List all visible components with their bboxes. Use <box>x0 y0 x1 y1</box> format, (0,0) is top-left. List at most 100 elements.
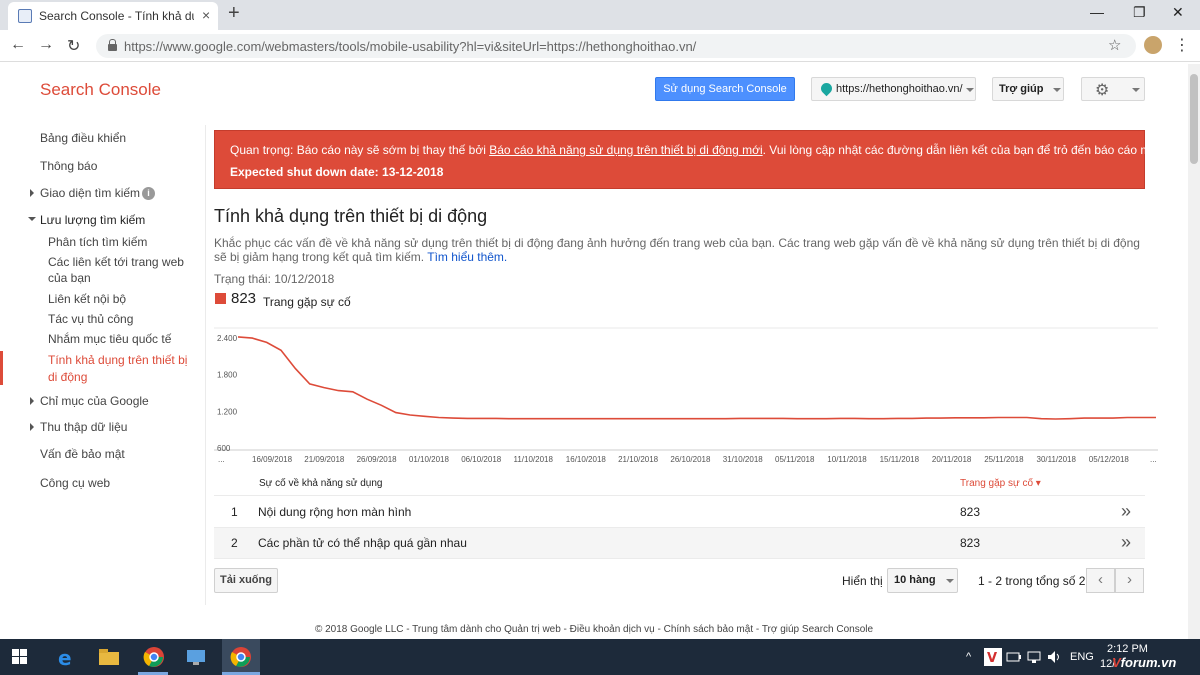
site-selector[interactable]: https://hethonghoithao.vn/ <box>811 77 976 101</box>
sidebar-item-web-tools[interactable]: Công cụ web <box>40 476 110 490</box>
chevron-down-icon <box>965 88 974 92</box>
reload-icon[interactable]: ↻ <box>67 36 80 56</box>
sidebar-item-search-appearance[interactable]: Giao diện tìm kiếm <box>40 186 140 200</box>
remote-desktop-icon[interactable] <box>183 645 209 669</box>
browser-menu-icon[interactable]: ⋮ <box>1174 35 1190 55</box>
next-page-button[interactable]: › <box>1115 568 1144 593</box>
footer-links[interactable]: © 2018 Google LLC - Trung tâm dành cho Q… <box>0 624 1188 635</box>
battery-icon[interactable] <box>1006 649 1022 665</box>
search-console-logo[interactable]: Search Console <box>40 80 161 100</box>
status-date: Trạng thái: 10/12/2018 <box>214 272 335 286</box>
info-icon[interactable]: i <box>142 187 155 200</box>
edge-icon[interactable]: e <box>54 645 80 669</box>
x-tick-label: 11/10/2018 <box>514 455 554 464</box>
x-tick-label: 01/10/2018 <box>409 455 450 464</box>
maximize-icon[interactable]: ❐ <box>1133 4 1146 21</box>
double-chevron-right-icon[interactable]: » <box>1121 501 1131 522</box>
sidebar-subitem-search-analytics[interactable]: Phân tích tìm kiếm <box>48 234 147 250</box>
svg-text:e: e <box>58 646 72 669</box>
collapse-arrow-icon[interactable] <box>28 217 36 221</box>
vforum-tray-icon[interactable]: V <box>983 647 1003 667</box>
row-issue-name[interactable]: Các phần tử có thể nhập quá gần nhau <box>258 536 467 550</box>
x-tick-label: ... <box>218 455 225 464</box>
new-search-console-button[interactable]: Sử dụng Search Console mới <box>655 77 795 117</box>
tab-close-icon[interactable]: × <box>202 7 210 23</box>
table-header: Sự cố về khả năng sử dụng Trang gặp sự c… <box>214 472 1145 496</box>
network-icon[interactable] <box>1026 649 1042 665</box>
table-row[interactable]: 2 Các phần tử có thể nhập quá gần nhau 8… <box>214 528 1145 559</box>
new-tab-button[interactable]: + <box>228 2 240 25</box>
x-tick-label: 05/12/2018 <box>1089 455 1130 464</box>
x-tick-label: 06/10/2018 <box>461 455 502 464</box>
address-bar[interactable]: https://www.google.com/webmasters/tools/… <box>96 34 1136 58</box>
tab-search-console[interactable]: Search Console - Tính khả dụng t × <box>8 2 218 30</box>
prev-page-button[interactable]: ‹ <box>1086 568 1115 593</box>
close-window-icon[interactable]: ✕ <box>1172 4 1184 21</box>
search-console-favicon-icon <box>18 9 32 23</box>
expand-arrow-icon[interactable] <box>30 189 34 197</box>
url-text[interactable]: https://www.google.com/webmasters/tools/… <box>124 39 696 54</box>
bookmark-star-icon[interactable]: ☆ <box>1108 36 1121 54</box>
table-row[interactable]: 1 Nội dung rộng hơn màn hình 823 » <box>214 497 1145 528</box>
settings-button[interactable]: ⚙ <box>1081 77 1145 101</box>
back-icon[interactable]: ← <box>10 36 26 54</box>
sidebar-subitem-internal-links[interactable]: Liên kết nội bộ <box>48 291 126 307</box>
windows-start-icon[interactable] <box>12 649 28 665</box>
sidebar-item-search-traffic[interactable]: Lưu lượng tìm kiếm <box>40 213 145 227</box>
windows-taskbar: e ^ V ENG 2:12 PM 12/ <box>0 639 1200 675</box>
download-button[interactable]: Tải xuống <box>214 568 278 593</box>
clock-time[interactable]: 2:12 PM <box>1107 643 1148 655</box>
pagination-range: 1 - 2 trong tổng số 2 <box>978 574 1086 588</box>
column-header-pages[interactable]: Trang gặp sự cố ▾ <box>960 478 1041 489</box>
page-title: Tính khả dụng trên thiết bị di động <box>214 206 488 226</box>
page-scrollbar[interactable] <box>1188 64 1200 639</box>
browser-toolbar: ← → ↻ https://www.google.com/webmasters/… <box>0 30 1200 62</box>
help-button[interactable]: Trợ giúp <box>992 77 1064 101</box>
x-tick-label: 10/11/2018 <box>827 455 867 464</box>
x-tick-label: 20/11/2018 <box>932 455 972 464</box>
site-pin-icon <box>818 80 835 97</box>
sidebar-subitem-international-targeting[interactable]: Nhắm mục tiêu quốc tế <box>48 331 171 347</box>
new-report-link[interactable]: Báo cáo khả năng sử dụng trên thiết bị d… <box>489 143 762 157</box>
minimize-icon[interactable]: — <box>1090 4 1104 20</box>
x-tick-label: 26/10/2018 <box>670 455 711 464</box>
double-chevron-right-icon[interactable]: » <box>1121 532 1131 553</box>
expand-arrow-icon[interactable] <box>30 397 34 405</box>
chrome-icon[interactable] <box>228 645 254 669</box>
active-indicator <box>0 351 3 385</box>
scrollbar-thumb[interactable] <box>1190 74 1198 164</box>
shutdown-date: Expected shut down date: 13-12-2018 <box>230 165 444 179</box>
x-tick-label: 31/10/2018 <box>723 455 764 464</box>
volume-icon[interactable] <box>1046 649 1062 665</box>
y-tick-label: 600 <box>217 444 231 453</box>
sidebar-subitem-links[interactable]: Các liên kết tới trang web của bạn <box>48 254 193 286</box>
sidebar-subitem-manual-actions[interactable]: Tác vụ thủ công <box>48 311 133 327</box>
learn-more-link[interactable]: Tìm hiểu thêm. <box>427 250 507 264</box>
site-selector-label: https://hethonghoithao.vn/ <box>836 78 974 100</box>
forward-icon[interactable]: → <box>38 36 54 54</box>
x-tick-label: 05/11/2018 <box>775 455 815 464</box>
sidebar-item-dashboard[interactable]: Bảng điều khiển <box>40 131 126 145</box>
sidebar-subitem-mobile-usability[interactable]: Tính khả dụng trên thiết bị di động <box>48 352 198 386</box>
sidebar-item-crawl[interactable]: Thu thập dữ liệu <box>40 420 127 434</box>
y-tick-label: 2.400 <box>217 334 238 343</box>
sidebar-item-security-issues[interactable]: Vấn đề bảo mật <box>40 447 125 461</box>
rows-per-page-select[interactable]: 10 hàng <box>887 568 958 593</box>
x-tick-label: 15/11/2018 <box>880 455 920 464</box>
column-header-issue: Sự cố về khả năng sử dụng <box>259 478 383 489</box>
vforum-watermark: Vforum.vn <box>1112 655 1177 670</box>
x-tick-label: 21/10/2018 <box>618 455 659 464</box>
row-pages-count: 823 <box>960 505 981 519</box>
expand-arrow-icon[interactable] <box>30 423 34 431</box>
sidebar-item-google-index[interactable]: Chỉ mục của Google <box>40 394 149 408</box>
row-issue-name[interactable]: Nội dung rộng hơn màn hình <box>258 505 411 519</box>
file-explorer-icon[interactable] <box>96 645 122 669</box>
profile-avatar[interactable] <box>1144 36 1162 54</box>
x-tick-label: 25/11/2018 <box>984 455 1024 464</box>
chevron-down-icon <box>1052 88 1061 92</box>
sidebar-item-messages[interactable]: Thông báo <box>40 159 97 173</box>
chrome-icon[interactable] <box>141 645 167 669</box>
language-indicator[interactable]: ENG <box>1070 651 1094 663</box>
mobile-usability-chart: 2.400 1.800 1.200 600... 16/09/2018 21/09/201… <box>214 327 1158 464</box>
tray-expand-icon[interactable]: ^ <box>966 651 971 663</box>
